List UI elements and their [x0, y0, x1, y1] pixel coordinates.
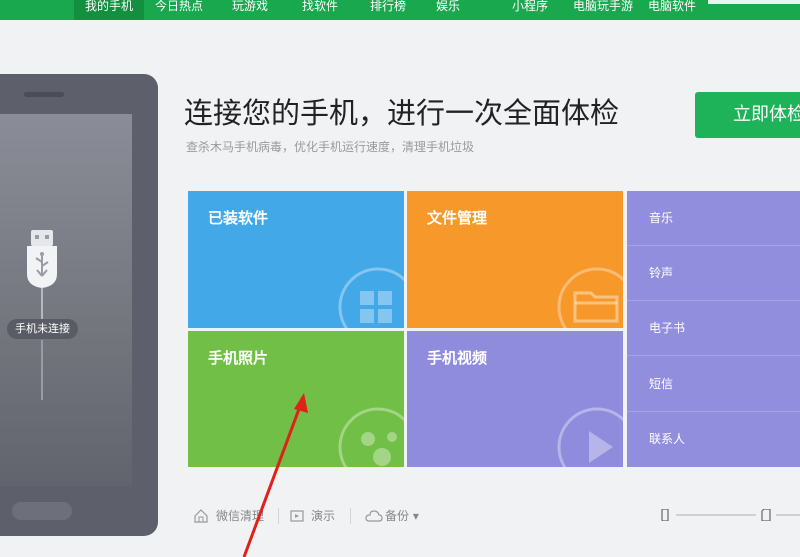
- media-item-ebooks[interactable]: 电子书: [649, 319, 685, 336]
- page-subtitle: 查杀木马手机病毒，优化手机运行速度，清理手机垃圾: [186, 140, 475, 154]
- sd-card-icon: [761, 509, 771, 521]
- tile-installed-apps[interactable]: 已装软件: [188, 191, 404, 328]
- nav-pc-mobile-games[interactable]: 电脑玩手游: [566, 0, 640, 20]
- usb-plug-icon: [27, 230, 57, 288]
- page-title: 连接您的手机，进行一次全面体检: [184, 96, 620, 130]
- backup-label: 备份: [385, 509, 410, 523]
- usb-cable-lower: [41, 340, 43, 400]
- phone-mockup: [0, 74, 158, 536]
- phone-status-label: 手机未连接: [7, 319, 78, 339]
- divider: [627, 355, 800, 356]
- phone-small-icon: [661, 509, 669, 521]
- tile-file-manager-label: 文件管理: [427, 209, 488, 227]
- nav-pc-software[interactable]: 电脑软件: [642, 0, 702, 20]
- nav-ranking[interactable]: 排行榜: [358, 0, 418, 20]
- nav-games[interactable]: 玩游戏: [220, 0, 280, 20]
- tile-phone-photos-label: 手机照片: [208, 349, 269, 367]
- top-nav: 我的手机 今日热点 玩游戏 找软件 排行榜 娱乐 小程序 电脑玩手游 电脑软件: [0, 0, 800, 20]
- media-item-contacts[interactable]: 联系人: [649, 430, 685, 447]
- nav-find-software[interactable]: 找软件: [290, 0, 350, 20]
- tile-installed-apps-label: 已装软件: [208, 209, 269, 227]
- usb-cable: [41, 288, 43, 322]
- nav-my-phone[interactable]: 我的手机: [74, 0, 144, 20]
- folder-icon: [557, 267, 623, 328]
- phone-speaker: [24, 92, 64, 97]
- backup-dropdown[interactable]: 备份 ▾: [385, 498, 419, 534]
- divider: [627, 245, 800, 246]
- divider: [627, 411, 800, 412]
- start-checkup-button[interactable]: 立即体检: [695, 92, 800, 138]
- home-clean-icon: [194, 509, 208, 523]
- tile-file-manager[interactable]: 文件管理: [407, 191, 623, 328]
- play-icon: [557, 407, 623, 467]
- tile-phone-videos[interactable]: 手机视频: [407, 331, 623, 467]
- storage-bar-sd: [776, 514, 800, 516]
- phone-screen: [0, 114, 132, 486]
- nav-search-box[interactable]: [708, 0, 800, 4]
- nav-mini-program[interactable]: 小程序: [500, 0, 560, 20]
- tile-phone-videos-label: 手机视频: [427, 349, 488, 367]
- annotation-arrow: [242, 393, 308, 557]
- apps-grid-icon: [338, 267, 404, 328]
- phone-home-button: [12, 502, 72, 520]
- divider: [350, 508, 351, 524]
- nav-today-hot[interactable]: 今日热点: [146, 0, 212, 20]
- media-item-music[interactable]: 音乐: [649, 209, 673, 226]
- media-list-panel: 音乐 铃声 电子书 短信 联系人: [627, 191, 800, 467]
- media-item-ringtones[interactable]: 铃声: [649, 264, 673, 281]
- divider: [627, 300, 800, 301]
- photo-icon: [338, 407, 404, 467]
- media-item-sms[interactable]: 短信: [649, 375, 673, 392]
- storage-bar-phone: [676, 514, 756, 516]
- nav-entertainment[interactable]: 娱乐: [428, 0, 468, 20]
- cloud-icon: [365, 510, 383, 522]
